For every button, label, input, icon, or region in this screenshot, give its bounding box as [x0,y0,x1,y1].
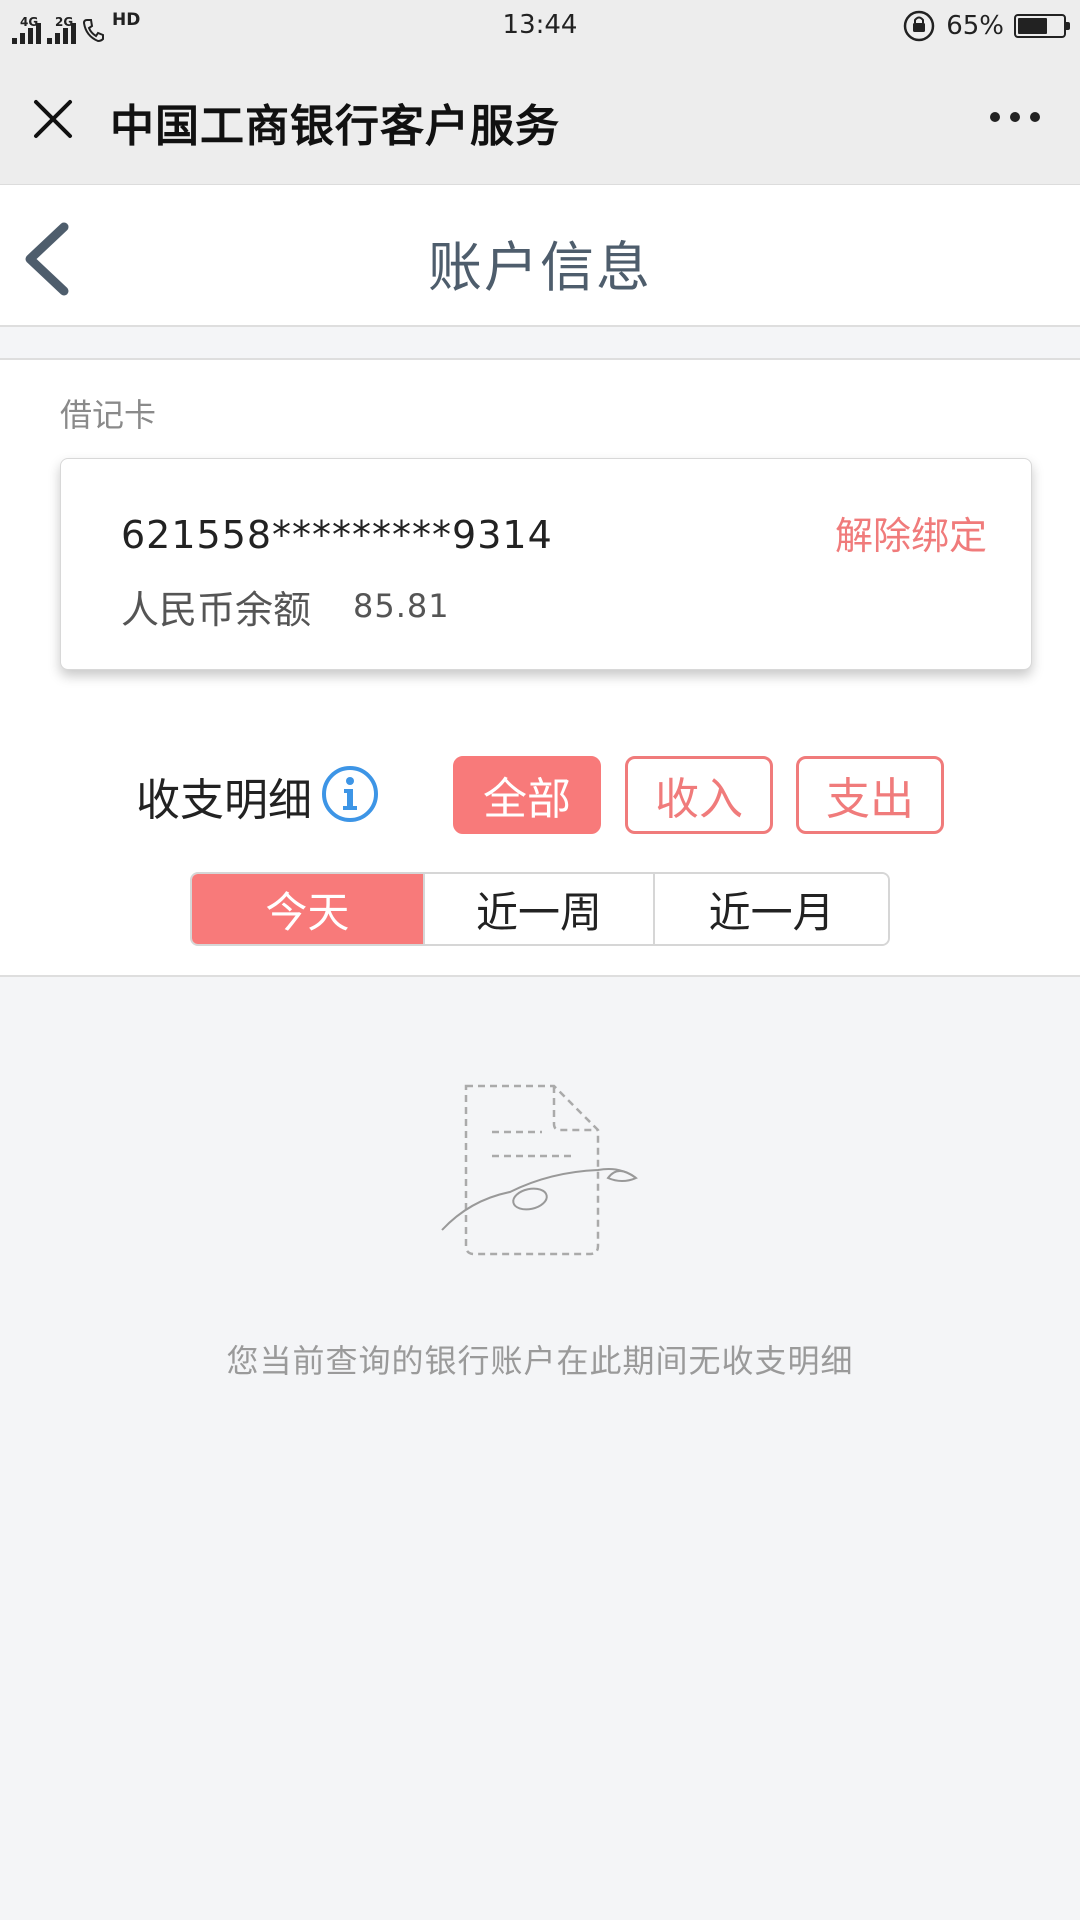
balance-label: 人民币余额 [121,588,312,632]
battery-fill [1018,18,1047,34]
period-tabs: 今天 近一周 近一月 [190,872,890,946]
empty-document-icon [441,1084,638,1256]
filter-all-button[interactable]: 全部 [453,756,601,834]
info-icon[interactable] [320,764,380,824]
filter-income-button[interactable]: 收入 [625,756,773,834]
filter-expense-button[interactable]: 支出 [796,756,944,834]
account-card: 621558*********9314 解除绑定 人民币余额 85.81 [60,458,1032,670]
close-icon[interactable] [30,96,76,142]
card-number: 621558*********9314 [121,513,553,557]
transactions-label: 收支明细 [136,775,312,826]
account-section: 借记卡 621558*********9314 解除绑定 人民币余额 85.81… [0,358,1080,977]
rotation-lock-icon [903,10,935,42]
tab-week[interactable]: 近一周 [424,874,656,944]
battery-icon [1014,14,1070,38]
unbind-button[interactable]: 解除绑定 [835,505,987,560]
app-header: 中国工商银行客户服务 [0,54,1080,185]
status-bar: 4G 2G HD 13:44 65% [0,0,1080,54]
tab-today[interactable]: 今天 [192,874,425,944]
app-title: 中国工商银行客户服务 [110,101,560,152]
more-options-icon[interactable] [990,112,1040,122]
battery-percent: 65% [946,11,1004,41]
card-type-label: 借记卡 [60,396,157,434]
status-right: 65% [902,8,1070,44]
balance-value: 85.81 [353,587,450,625]
page-nav: 账户信息 [0,185,1080,327]
empty-state-message: 您当前查询的银行账户在此期间无收支明细 [226,1342,854,1380]
page-title: 账户信息 [428,236,652,299]
tab-month[interactable]: 近一月 [655,874,888,944]
